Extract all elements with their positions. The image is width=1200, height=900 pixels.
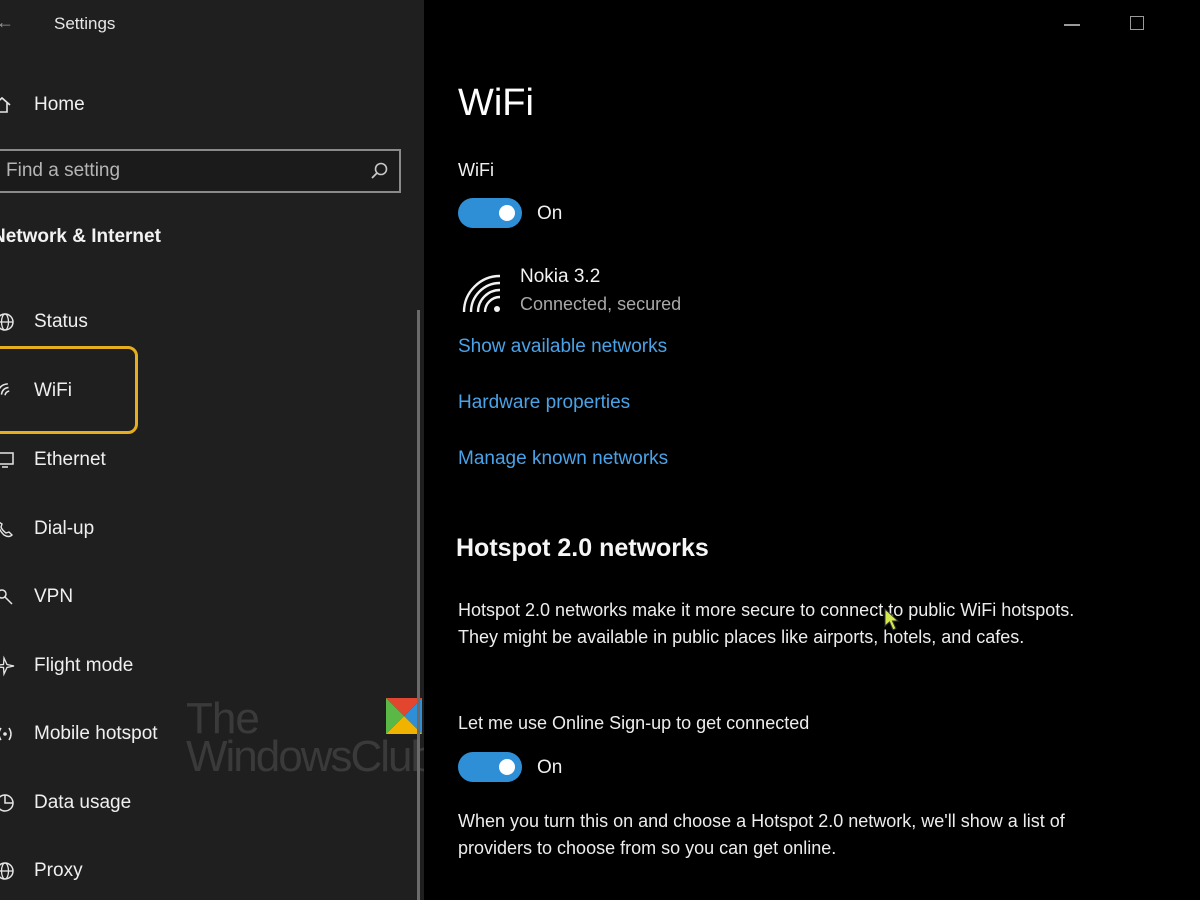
sidebar-item-label: Data usage [34,792,132,813]
toggle-knob [499,759,515,775]
hotspot-heading: Hotspot 2.0 networks [456,534,709,562]
sidebar-item-label: Flight mode [34,655,134,676]
wifi-icon [0,383,10,396]
sidebar-item-ethernet[interactable]: Ethernet [0,440,300,480]
toggle-knob [499,205,515,221]
wifi-toggle-state: On [537,203,563,224]
online-signup-label: Let me use Online Sign-up to get connect… [458,713,810,733]
sidebar-item-label: Dial-up [34,518,95,539]
globe-icon [0,862,14,880]
wifi-signal-icon[interactable] [460,272,504,316]
online-signup-description: When you turn this on and choose a Hotsp… [458,811,1065,858]
maximize-button[interactable] [1130,16,1144,30]
hotspot-description: Hotspot 2.0 networks make it more secure… [458,600,1075,647]
sidebar-item-label: VPN [34,586,74,607]
sidebar-item-wifi[interactable]: WiFi [0,371,300,411]
minimize-button[interactable] [1064,24,1080,26]
sidebar-item-flight-mode[interactable]: Flight mode [0,646,300,686]
sidebar-item-label: Ethernet [34,449,106,470]
search-icon[interactable] [369,161,389,181]
back-arrow-icon[interactable]: ← [0,12,14,33]
search-input[interactable] [6,158,356,184]
sidebar-item-dial-up[interactable]: Dial-up [0,509,300,549]
sidebar-item-label: WiFi [34,380,72,401]
sidebar-scrollbar[interactable] [417,310,420,900]
vpn-icon [0,589,13,605]
sidebar-item-proxy[interactable]: Proxy [0,851,300,891]
watermark-line2: WindowsClub [186,732,424,781]
manage-known-networks-link[interactable]: Manage known networks [458,448,668,470]
sidebar: ← Settings Home Network & Internet Statu… [0,0,424,900]
main-pane: WiFi WiFi On Nokia 3.2 Connected, secure… [424,0,1200,900]
mouse-cursor-icon [884,608,900,631]
globe-icon [0,313,14,331]
show-available-networks-link[interactable]: Show available networks [458,336,667,358]
home-icon [0,96,11,113]
online-signup-toggle[interactable] [458,752,522,782]
monitor-icon [0,452,14,468]
sidebar-item-label: Proxy [34,860,83,881]
wifi-toggle[interactable] [458,198,522,228]
wifi-toggle-label: WiFi [458,160,494,180]
sidebar-item-label: Mobile hotspot [34,723,158,744]
online-signup-toggle-state: On [537,757,563,778]
page-title: WiFi [458,82,534,124]
sidebar-item-label: Status [34,311,88,332]
app-title: Settings [54,14,116,33]
home-label: Home [34,94,85,115]
watermark: The WindowsClub [186,694,424,784]
home-nav-item[interactable]: Home [0,88,300,122]
hotspot-icon [0,727,12,741]
data-usage-icon [0,794,14,812]
sidebar-item-vpn[interactable]: VPN [0,577,300,617]
search-box[interactable] [0,149,401,193]
section-title: Network & Internet [0,226,161,247]
hardware-properties-link[interactable]: Hardware properties [458,392,630,414]
phone-icon [0,521,13,538]
airplane-icon [0,655,15,677]
network-name[interactable]: Nokia 3.2 [520,266,600,288]
network-status: Connected, secured [520,294,682,314]
sidebar-item-status[interactable]: Status [0,302,300,342]
sidebar-item-data-usage[interactable]: Data usage [0,783,300,823]
